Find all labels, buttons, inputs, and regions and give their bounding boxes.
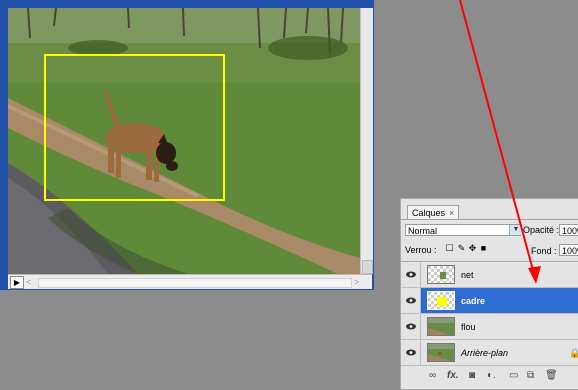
annotation-arrow	[459, 0, 541, 284]
